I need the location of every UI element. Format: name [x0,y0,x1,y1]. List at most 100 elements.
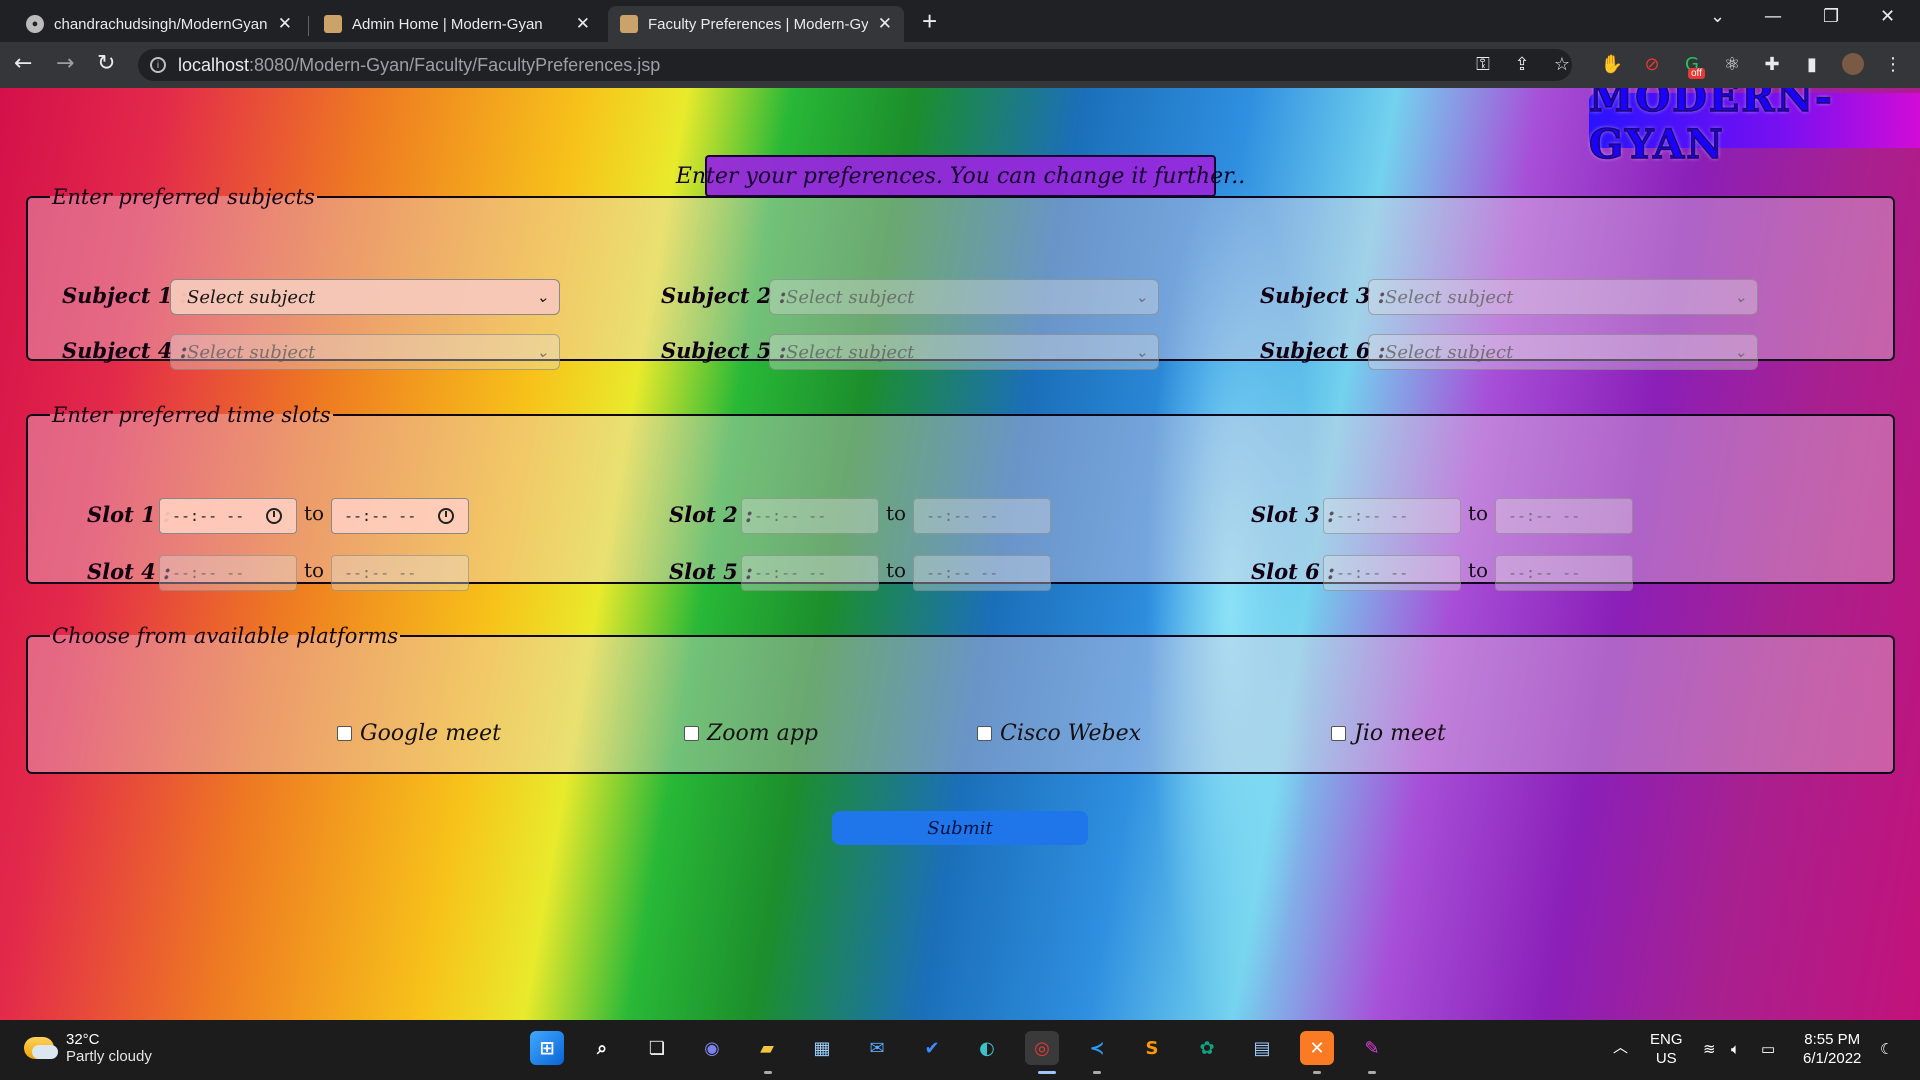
microsoft-store-icon[interactable]: ▦ [805,1031,839,1065]
subject-1-label: Subject 1 : [62,283,188,308]
extension-block-icon[interactable]: ⊘ [1641,53,1663,75]
forward-icon[interactable]: → [56,52,74,76]
slot-4-to-label: to [304,558,325,582]
platform-jio-meet[interactable]: Jio meet [1331,721,1446,746]
slot-6-to-input[interactable]: --:-- -- [1495,555,1633,591]
clock-icon[interactable] [266,508,282,524]
close-tab-icon[interactable]: ✕ [278,14,292,34]
open-app-indicator [1313,1071,1321,1074]
close-window-icon[interactable]: ✕ [1880,6,1895,27]
slot-4-from-input[interactable]: --:-- -- [159,555,297,591]
openai-icon[interactable]: ✿ [1190,1031,1224,1065]
weather-widget[interactable]: 32°C Partly cloudy [24,1031,152,1065]
google-meet-checkbox[interactable] [337,726,352,741]
back-icon[interactable]: ← [14,52,32,76]
vscode-icon[interactable]: ≺ [1080,1031,1114,1065]
subject-5-select[interactable]: Select subject ⌄ [769,334,1159,370]
subject-2-select[interactable]: Select subject ⌄ [769,279,1159,315]
color-picker-icon[interactable]: ✎ [1355,1031,1389,1065]
slot-4-to-input[interactable]: --:-- -- [331,555,469,591]
calculator-icon[interactable]: ▤ [1245,1031,1279,1065]
restore-icon[interactable]: ❐ [1823,6,1839,27]
slot-5-from-input[interactable]: --:-- -- [741,555,879,591]
todo-icon[interactable]: ✔ [915,1031,949,1065]
clock[interactable]: 8:55 PM 6/1/2022 [1803,1030,1861,1068]
chrome-icon[interactable]: ◎ [1025,1031,1059,1065]
site-info-icon[interactable]: i [150,57,166,73]
slot-6-from-input[interactable]: --:-- -- [1323,555,1461,591]
subject-5-value: Select subject [786,341,915,363]
tray-overflow-chevron-icon[interactable]: ︿ [1613,1038,1628,1057]
close-tab-icon[interactable]: ✕ [576,14,590,34]
tab-search-chevron-icon[interactable]: ⌄ [1710,6,1725,27]
reload-icon[interactable]: ↻ [97,52,115,76]
slot-2-to-value: --:-- -- [926,507,999,525]
slot-1-to-input[interactable]: --:-- -- [331,498,469,534]
new-tab-button[interactable]: + [922,6,937,37]
clock-icon[interactable] [438,508,454,524]
slot-5-to-input[interactable]: --:-- -- [913,555,1051,591]
platform-cisco-webex[interactable]: Cisco Webex [977,721,1141,746]
subject-1-select[interactable]: Select subject ⌄ [170,279,560,315]
wifi-icon[interactable]: ≋ [1703,1040,1716,1059]
slot-1-from-input[interactable]: --:-- -- [159,498,297,534]
page-favicon-icon [324,15,342,33]
cisco-webex-checkbox[interactable] [977,726,992,741]
url-path: :8080/Modern-Gyan/Faculty/FacultyPrefere… [249,54,661,75]
extension-react-icon[interactable]: ⚛ [1721,53,1743,75]
side-panel-icon[interactable]: ▮ [1801,53,1823,75]
platforms-legend: Choose from available platforms [52,624,399,648]
page-favicon-icon [620,15,638,33]
clock-time: 8:55 PM [1804,1031,1861,1048]
close-tab-icon[interactable]: ✕ [878,14,892,34]
slot-3-from-input[interactable]: --:-- -- [1323,498,1461,534]
windows-start-icon[interactable]: ⊞ [530,1031,564,1065]
task-view-icon[interactable]: ❏ [640,1031,674,1065]
slot-6-from-value: --:-- -- [1336,564,1409,582]
subject-6-select[interactable]: Select subject ⌄ [1368,334,1758,370]
notifications-icon[interactable]: ☾ [1880,1040,1893,1059]
chat-icon[interactable]: ◉ [695,1031,729,1065]
language-indicator[interactable]: ENG US [1650,1030,1683,1068]
tab-admin-home[interactable]: Admin Home | Modern-Gyan ✕ [312,6,602,42]
volume-icon[interactable]: 🔈︎ [1731,1040,1740,1059]
browser-menu-icon[interactable]: ⋮ [1882,53,1904,75]
extensions-puzzle-icon[interactable]: ✚ [1761,53,1783,75]
bookmark-star-icon[interactable]: ☆ [1551,53,1573,75]
subject-3-select[interactable]: Select subject ⌄ [1368,279,1758,315]
share-icon[interactable]: ⇪ [1511,53,1533,75]
platform-zoom-app[interactable]: Zoom app [684,721,818,746]
mail-icon[interactable]: ✉ [860,1031,894,1065]
zoom-app-checkbox[interactable] [684,726,699,741]
tab-title: Faculty Preferences | Modern-Gy [648,15,868,33]
address-bar[interactable]: i localhost:8080/Modern-Gyan/Faculty/Fac… [138,49,1572,81]
google-meet-label: Google meet [360,721,501,746]
slot-5-to-label: to [886,558,907,582]
tab-faculty-preferences[interactable]: Faculty Preferences | Modern-Gy ✕ [608,6,904,42]
tab-separator [308,16,309,36]
slot-2-to-input[interactable]: --:-- -- [913,498,1051,534]
battery-icon[interactable]: ▭ [1761,1040,1775,1059]
minimize-icon[interactable]: — [1764,6,1782,27]
edge-icon[interactable]: ◐ [970,1031,1004,1065]
slot-1-from-value: --:-- -- [172,507,245,525]
submit-button[interactable]: Submit [832,811,1088,845]
slot-3-to-input[interactable]: --:-- -- [1495,498,1633,534]
tab-github[interactable]: ● chandrachudsingh/ModernGyan ✕ [14,6,304,42]
subject-5-label: Subject 5 : [661,338,787,363]
tab-title: Admin Home | Modern-Gyan [352,15,543,33]
slot-2-from-input[interactable]: --:-- -- [741,498,879,534]
profile-avatar[interactable] [1842,53,1864,75]
xampp-icon[interactable]: ✕ [1300,1031,1334,1065]
file-explorer-icon[interactable]: ▰ [750,1031,784,1065]
temperature: 32°C [66,1031,100,1048]
subject-4-select[interactable]: Select subject ⌄ [170,334,560,370]
key-icon[interactable]: ⚿ [1472,53,1494,75]
extension-hand-icon[interactable]: ✋ [1601,53,1623,75]
slot-6-to-value: --:-- -- [1508,564,1581,582]
platform-google-meet[interactable]: Google meet [337,721,501,746]
jio-meet-checkbox[interactable] [1331,726,1346,741]
sublime-text-icon[interactable]: S [1135,1031,1169,1065]
subject-4-value: Select subject [187,341,316,363]
search-icon[interactable]: ⌕ [585,1031,619,1065]
